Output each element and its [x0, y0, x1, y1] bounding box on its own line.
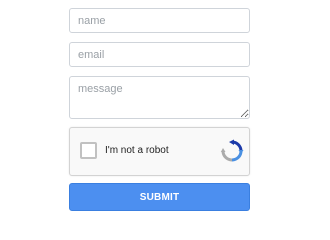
name-input[interactable] [69, 8, 250, 33]
submit-button[interactable]: SUBMIT [69, 183, 250, 211]
recaptcha-checkbox[interactable] [80, 142, 97, 159]
recaptcha-label: I'm not a robot [105, 145, 169, 156]
email-input[interactable] [69, 42, 250, 67]
message-textarea[interactable] [69, 76, 250, 119]
recaptcha-widget: I'm not a robot [69, 127, 250, 176]
recaptcha-icon [220, 139, 244, 162]
contact-form: I'm not a robot SUBMIT [0, 0, 330, 220]
